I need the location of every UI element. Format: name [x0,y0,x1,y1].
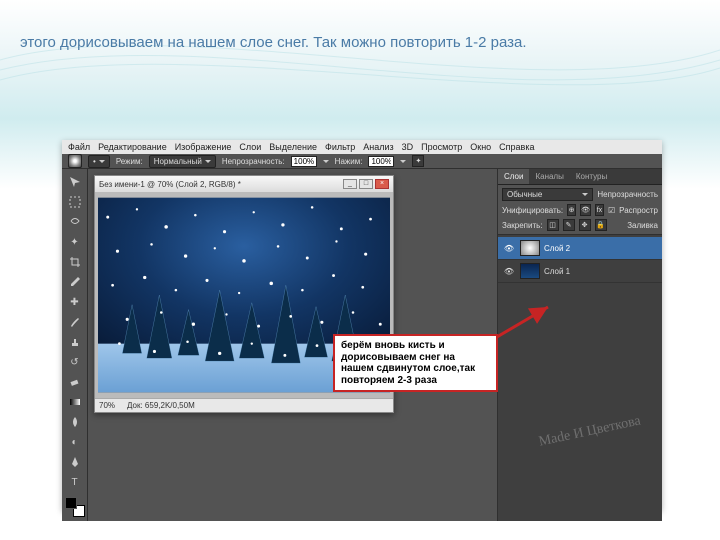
stamp-tool[interactable] [66,333,84,351]
menu-3d[interactable]: 3D [402,142,414,152]
layer-list: 👁 Слой 2 👁 Слой 1 [498,235,662,521]
layer-blend-dropdown[interactable]: Обычные [502,188,593,201]
lock-all-icon[interactable]: 🔒 [595,219,607,231]
flow-label: Нажим: [335,157,363,166]
airbrush-toggle[interactable]: ✦ [412,155,424,167]
layer-name[interactable]: Слой 2 [544,244,658,253]
unify-label: Унифицировать: [502,206,563,215]
menu-select[interactable]: Выделение [269,142,317,152]
propagate-checkbox[interactable]: ☑ [608,206,615,215]
marquee-tool[interactable] [66,193,84,211]
heal-tool[interactable]: ✚ [66,293,84,311]
menu-window[interactable]: Окно [470,142,491,152]
toolbox: ✦ ✚ ↺ ◐ T [62,169,88,521]
eyedropper-tool[interactable] [66,273,84,291]
photoshop-window: Файл Редактирование Изображение Слои Выд… [62,140,662,510]
wand-tool[interactable]: ✦ [66,233,84,251]
canvas-area: Без имени-1 @ 70% (Слой 2, RGB/8) * _ □ … [88,169,497,521]
doc-size: Док: 659,2K/0,50M [127,401,195,410]
slide-caption: этого дорисовываем на нашем слое снег. Т… [20,32,700,53]
color-swatches[interactable] [65,497,85,517]
fill-label: Заливка [627,221,658,230]
menu-layers[interactable]: Слои [239,142,261,152]
lasso-tool[interactable] [66,213,84,231]
type-tool[interactable]: T [66,473,84,491]
brush-preset-picker[interactable] [68,154,82,168]
opacity-input[interactable] [291,156,317,167]
move-tool[interactable] [66,173,84,191]
crop-tool[interactable] [66,253,84,271]
layers-panel: Слои Каналы Контуры Обычные Непрозрачнос… [497,169,662,521]
history-brush-tool[interactable]: ↺ [66,353,84,371]
lock-label: Закрепить: [502,221,543,230]
lock-position-icon[interactable]: ✥ [579,219,591,231]
visibility-toggle[interactable]: 👁 [502,241,516,255]
unify-visibility-icon[interactable]: 👁 [580,204,591,216]
options-bar: • Режим: Нормальный Непрозрачность: Нажи… [62,154,662,169]
layer-thumbnail[interactable] [520,263,540,279]
dodge-tool[interactable]: ◐ [66,433,84,451]
close-button[interactable]: × [375,179,389,189]
eraser-tool[interactable] [66,373,84,391]
minimize-button[interactable]: _ [343,179,357,189]
flow-flyout-icon[interactable] [400,160,406,163]
brush-tool[interactable] [66,313,84,331]
tab-paths[interactable]: Контуры [570,169,613,184]
menu-edit[interactable]: Редактирование [98,142,167,152]
menu-analysis[interactable]: Анализ [363,142,393,152]
menu-image[interactable]: Изображение [175,142,232,152]
menu-filter[interactable]: Фильтр [325,142,355,152]
tab-layers[interactable]: Слои [498,169,529,184]
unify-style-icon[interactable]: fx [595,204,604,216]
brush-size-dropdown[interactable]: • [88,155,110,168]
menu-help[interactable]: Справка [499,142,534,152]
flow-input[interactable] [368,156,394,167]
unify-position-icon[interactable]: ⊕ [567,204,576,216]
document-titlebar[interactable]: Без имени-1 @ 70% (Слой 2, RGB/8) * _ □ … [95,176,393,192]
panel-opacity-label: Непрозрачность [597,190,658,199]
blur-tool[interactable] [66,413,84,431]
zoom-level[interactable]: 70% [99,401,115,410]
layer-row[interactable]: 👁 Слой 2 [498,237,662,260]
document-statusbar: 70% Док: 659,2K/0,50M [95,398,393,412]
menu-bar: Файл Редактирование Изображение Слои Выд… [62,140,662,154]
tab-channels[interactable]: Каналы [529,169,569,184]
blend-mode-dropdown[interactable]: Нормальный [149,155,216,168]
gradient-tool[interactable] [66,393,84,411]
propagate-label: Распростр [619,206,658,215]
visibility-toggle[interactable]: 👁 [502,264,516,278]
opacity-flyout-icon[interactable] [323,160,329,163]
maximize-button[interactable]: □ [359,179,373,189]
lock-pixels-icon[interactable]: ✎ [563,219,575,231]
layer-thumbnail[interactable] [520,240,540,256]
instruction-callout: берём вновь кисть и дорисовываем снег на… [333,334,498,392]
layer-name[interactable]: Слой 1 [544,267,658,276]
pen-tool[interactable] [66,453,84,471]
lock-transparency-icon[interactable]: ◫ [547,219,559,231]
menu-view[interactable]: Просмотр [421,142,462,152]
menu-file[interactable]: Файл [68,142,90,152]
mode-label: Режим: [116,157,143,166]
layer-row[interactable]: 👁 Слой 1 [498,260,662,283]
document-title: Без имени-1 @ 70% (Слой 2, RGB/8) * [99,180,241,189]
opacity-label: Непрозрачность: [222,157,285,166]
